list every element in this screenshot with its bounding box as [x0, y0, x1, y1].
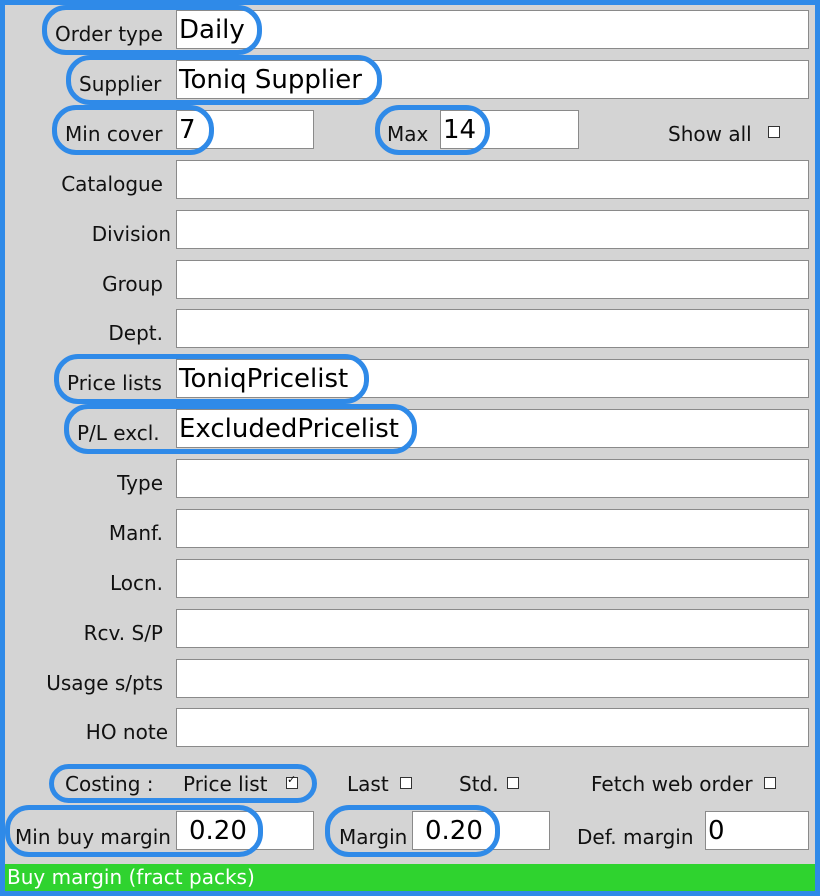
dept-label: Dept.	[108, 321, 163, 345]
type-label: Type	[117, 471, 163, 495]
group-field[interactable]	[176, 260, 809, 299]
type-field[interactable]	[176, 459, 809, 498]
division-label: Division	[91, 222, 171, 246]
order-form-window: Order type Daily Supplier Toniq Supplier…	[0, 0, 820, 896]
rcv-sp-field[interactable]	[176, 609, 809, 648]
def-margin-label: Def. margin	[577, 825, 694, 849]
locn-label: Locn.	[109, 571, 163, 595]
show-all-label: Show all	[668, 122, 752, 146]
status-bar: Buy margin (fract packs)	[5, 864, 815, 891]
price-list-checkbox[interactable]	[286, 773, 298, 789]
last-option-label: Last	[347, 772, 389, 796]
max-label: Max	[387, 122, 429, 146]
show-all-checkbox[interactable]	[768, 126, 780, 138]
max-field[interactable]: 14	[440, 110, 579, 149]
def-margin-field[interactable]: 0	[705, 811, 809, 850]
order-type-field[interactable]: Daily	[176, 10, 809, 49]
rcv-sp-label: Rcv. S/P	[83, 621, 163, 645]
price-list-option-label: Price list	[183, 772, 268, 796]
min-cover-field[interactable]: 7	[176, 110, 314, 149]
group-label: Group	[102, 272, 163, 296]
min-buy-margin-field[interactable]: 0.20	[176, 811, 314, 850]
last-checkbox[interactable]	[400, 777, 412, 789]
min-buy-margin-label: Min buy margin	[15, 825, 171, 849]
manf-field[interactable]	[176, 509, 809, 548]
price-lists-field[interactable]: ToniqPricelist	[176, 359, 809, 398]
pl-excl-label: P/L excl.	[77, 421, 160, 445]
ho-note-field[interactable]	[176, 708, 809, 747]
std-option-label: Std.	[459, 772, 499, 796]
division-field[interactable]	[176, 210, 809, 249]
supplier-label: Supplier	[79, 72, 162, 96]
locn-field[interactable]	[176, 559, 809, 598]
min-cover-label: Min cover	[65, 122, 163, 146]
std-checkbox[interactable]	[507, 777, 519, 789]
margin-field[interactable]: 0.20	[412, 811, 550, 850]
price-lists-label: Price lists	[67, 371, 162, 395]
catalogue-field[interactable]	[176, 160, 809, 199]
order-type-label: Order type	[55, 22, 163, 46]
usage-spts-field[interactable]	[176, 659, 809, 698]
margin-label: Margin	[339, 825, 408, 849]
ho-note-label: HO note	[85, 720, 168, 744]
supplier-field[interactable]: Toniq Supplier	[176, 60, 809, 99]
pl-excl-field[interactable]: ExcludedPricelist	[176, 409, 809, 448]
usage-spts-label: Usage s/pts	[46, 671, 163, 695]
fetch-web-order-label: Fetch web order	[591, 772, 753, 796]
dept-field[interactable]	[176, 309, 809, 348]
catalogue-label: Catalogue	[61, 172, 163, 196]
costing-label: Costing :	[65, 772, 154, 796]
fetch-web-order-checkbox[interactable]	[764, 777, 776, 789]
manf-label: Manf.	[108, 521, 163, 545]
